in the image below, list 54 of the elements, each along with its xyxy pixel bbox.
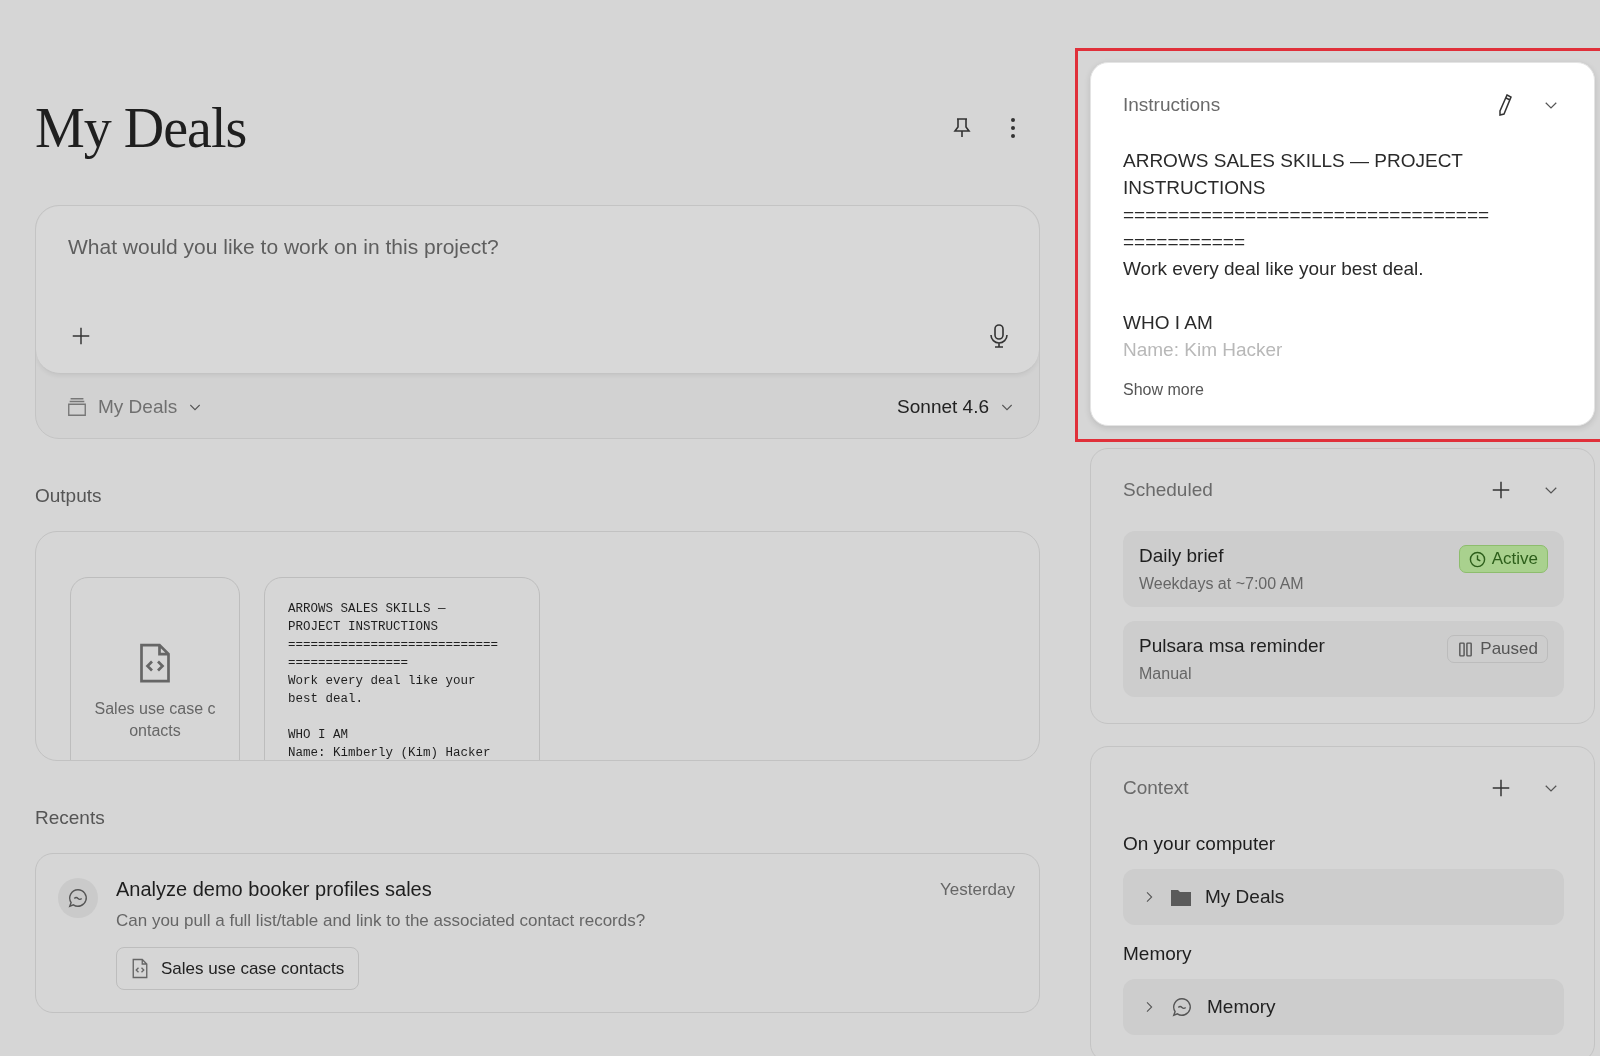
recent-chat-card[interactable]: Analyze demo booker profiles sales Yesterday Can you pull a full list/table and link to the associated contact records? Sales use case contacts	[35, 853, 1040, 1014]
panel-title: Scheduled	[1123, 479, 1213, 501]
chat-preview: Can you pull a full list/table and link to the associated contact records?	[116, 911, 647, 931]
section-heading: Recents	[35, 807, 106, 829]
status-badge: Active	[1458, 545, 1548, 573]
text-line: Name: Kimberly (Kim) Hacker	[288, 745, 492, 760]
text-line: ================	[288, 655, 410, 672]
file-name: Sales use case contacts	[94, 699, 216, 742]
pause-icon	[1457, 640, 1475, 658]
panel-title: Instructions	[1123, 94, 1221, 116]
text-line: Work every deal like your best deal.	[1123, 257, 1425, 281]
chat-time: Yesterday	[940, 879, 1015, 900]
code-file-icon	[131, 958, 149, 980]
plus-icon	[70, 325, 92, 347]
chat-bubble-icon	[67, 887, 89, 909]
text-line: ARROWS SALES SKILLS —	[288, 601, 447, 618]
text-line: WHO I AM	[1123, 311, 1214, 335]
group-heading: On your computer	[1123, 833, 1277, 855]
scheduled-task[interactable]: Daily brief Weekdays at ~7:00 AM Active	[1123, 531, 1564, 607]
document-preview-card[interactable]: ARROWS SALES SKILLS — PROJECT INSTRUCTIONS ============================ ================ Work every deal like your best deal. WHO I AM Name: Kimberly (Kim) Hacker	[264, 577, 540, 760]
model-selector[interactable]: Sonnet 4.6	[897, 396, 1015, 418]
text-line: ============================	[288, 637, 500, 654]
text-line: best deal.	[288, 691, 364, 708]
text-line: PROJECT INSTRUCTIONS	[288, 619, 440, 636]
attachment-chip[interactable]: Sales use case contacts	[116, 947, 360, 991]
file-card[interactable]: Sales use case contacts	[70, 577, 240, 760]
task-name: Pulsara msa reminder	[1139, 635, 1325, 657]
show-more-link[interactable]: Show more	[1123, 381, 1204, 399]
text-line: Work every deal like your	[288, 673, 477, 690]
scheduled-task[interactable]: Pulsara msa reminder Manual Paused	[1123, 621, 1564, 697]
folder-icon	[1171, 888, 1191, 906]
task-name: Daily brief	[1139, 545, 1225, 567]
chat-bubble-icon	[1171, 996, 1193, 1018]
plus-icon	[1490, 777, 1512, 799]
context-item[interactable]: My Deals	[1123, 869, 1564, 925]
group-heading: Memory	[1123, 943, 1193, 965]
section-heading: Outputs	[35, 485, 103, 507]
chat-title: Analyze demo booker profiles sales	[116, 878, 432, 901]
code-file-icon	[137, 642, 173, 685]
text-line: Name: Kim Hacker	[1123, 338, 1284, 362]
context-item[interactable]: Memory	[1123, 979, 1564, 1035]
text-line: WHO I AM	[288, 727, 349, 744]
page-title: My Deals	[35, 95, 247, 160]
clock-icon	[1468, 550, 1486, 568]
stack-icon	[66, 396, 88, 418]
text-line: ARROWS SALES SKILLS — PROJECT INSTRUCTIONS	[1123, 149, 1464, 200]
text-line: ===========	[1123, 230, 1247, 254]
plus-icon	[1490, 479, 1512, 501]
task-schedule: Weekdays at ~7:00 AM	[1139, 575, 1304, 593]
status-badge: Paused	[1447, 635, 1548, 663]
text-line: =================================	[1123, 203, 1491, 227]
task-schedule: Manual	[1139, 665, 1193, 683]
panel-title: Context	[1123, 777, 1189, 799]
prompt-input-field[interactable]: What would you like to work on in this project?	[66, 234, 1013, 260]
